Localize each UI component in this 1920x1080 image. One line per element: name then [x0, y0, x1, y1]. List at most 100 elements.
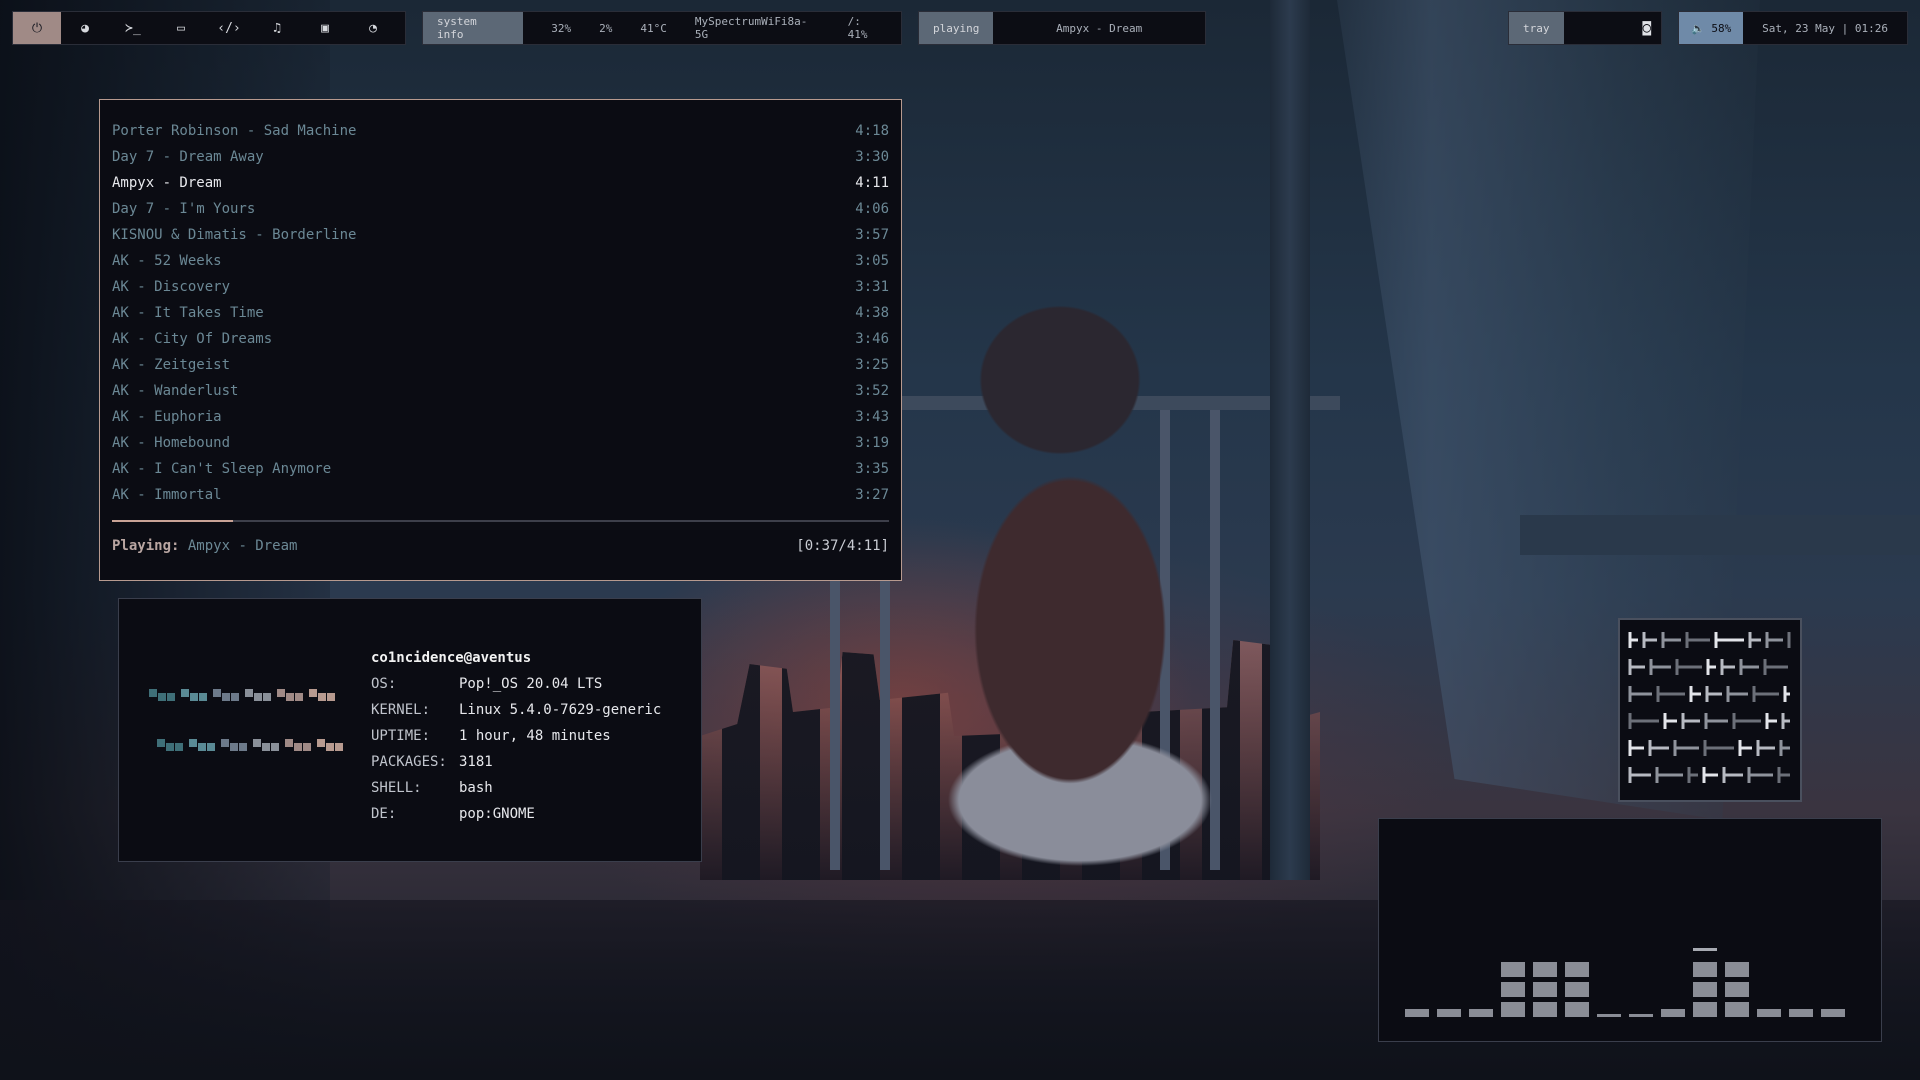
logo-block — [198, 743, 206, 751]
track-row[interactable]: Day 7 - I'm Yours 4:06 — [112, 196, 889, 222]
pipes-terminal — [1618, 618, 1802, 802]
logo-block — [327, 693, 335, 701]
logo-block — [213, 689, 221, 697]
visualizer-bar — [1757, 1009, 1781, 1017]
track-row[interactable]: AK - Zeitgeist 3:25 — [112, 352, 889, 378]
track-row[interactable]: AK - Homebound 3:19 — [112, 430, 889, 456]
folder-icon[interactable]: ▭ — [157, 12, 205, 44]
fetch-row: UPTIME: 1 hour, 48 minutes — [371, 723, 661, 749]
music-icon[interactable]: ♫ — [253, 12, 301, 44]
fetch-value: Linux 5.4.0-7629-generic — [459, 702, 662, 718]
system-info-bar: system info 32% 2% 41°C MySpectrumWiFi8a… — [422, 11, 902, 45]
terminal-icon[interactable]: ≻_ — [109, 12, 157, 44]
playback-progress-bar[interactable] — [112, 520, 889, 522]
fetch-value: 1 hour, 48 minutes — [459, 728, 611, 744]
logo-block — [262, 743, 270, 751]
visualizer-bar — [1693, 1002, 1717, 1017]
wallpaper-pillar — [1270, 0, 1310, 880]
cpu-temperature: 41°C — [640, 21, 667, 35]
logo-block — [326, 743, 334, 751]
track-title: AK - Wanderlust — [112, 383, 239, 399]
logo-block — [222, 693, 230, 701]
track-duration: 3:25 — [855, 357, 889, 373]
track-title: AK - Homebound — [112, 435, 231, 451]
visualizer-bar — [1725, 962, 1749, 977]
audio-visualizer-window — [1378, 818, 1882, 1042]
visualizer-bar — [1725, 1002, 1749, 1017]
wallpaper-figure — [880, 300, 1240, 880]
logo-block — [175, 743, 183, 751]
track-row[interactable]: AK - Euphoria 3:43 — [112, 404, 889, 430]
logo-block — [317, 739, 325, 747]
visualizer-bar — [1501, 962, 1525, 977]
chat-icon[interactable]: ▣ — [301, 12, 349, 44]
visualizer-bar — [1565, 962, 1589, 977]
logo-block — [271, 743, 279, 751]
fetch-info: co1ncidence@aventus OS: Pop!_OS 20.04 LTS… — [371, 645, 661, 827]
track-title: AK - It Takes Time — [112, 305, 264, 321]
visualizer-bar — [1693, 982, 1717, 997]
track-row[interactable]: Day 7 - Dream Away 3:30 — [112, 144, 889, 170]
visualizer-bar — [1533, 1002, 1557, 1017]
music-player-window: Porter Robinson - Sad Machine 4:18 Day 7 -… — [99, 99, 902, 581]
fetch-logo — [149, 689, 343, 769]
track-duration: 4:11 — [855, 175, 889, 191]
launcher-bar: ⏻ ◕ ≻_ ▭ ‹/› ♫ ▣ ◔ — [12, 11, 406, 45]
track-row[interactable]: AK - Discovery 3:31 — [112, 274, 889, 300]
code-icon[interactable]: ‹/› — [205, 12, 253, 44]
track-row[interactable]: KISNOU & Dimatis - Borderline 3:57 — [112, 222, 889, 248]
track-row[interactable]: AK - City Of Dreams 3:46 — [112, 326, 889, 352]
fetch-row: PACKAGES: 3181 — [371, 749, 661, 775]
track-duration: 3:46 — [855, 331, 889, 347]
track-title: AK - Zeitgeist — [112, 357, 231, 373]
track-row[interactable]: AK - Wanderlust 3:52 — [112, 378, 889, 404]
fetch-value: 3181 — [459, 754, 493, 770]
track-row[interactable]: AK - Immortal 3:27 — [112, 482, 889, 508]
volume-indicator[interactable]: 🔈 58% — [1679, 12, 1744, 44]
visualizer-bar — [1725, 982, 1749, 997]
track-row[interactable]: Porter Robinson - Sad Machine 4:18 — [112, 118, 889, 144]
logo-block — [230, 743, 238, 751]
track-row[interactable]: AK - 52 Weeks 3:05 — [112, 248, 889, 274]
visualizer-bar — [1437, 1009, 1461, 1017]
clock-bar: 🔈 58% Sat, 23 May | 01:26 — [1678, 11, 1908, 45]
track-title: Porter Robinson - Sad Machine — [112, 123, 357, 139]
logo-block — [231, 693, 239, 701]
fetch-key: PACKAGES: — [371, 754, 447, 770]
logo-block — [254, 693, 262, 701]
track-duration: 3:35 — [855, 461, 889, 477]
logo-block — [253, 739, 261, 747]
track-duration: 3:43 — [855, 409, 889, 425]
logo-block — [295, 693, 303, 701]
steam-icon[interactable]: ◔ — [349, 12, 397, 44]
track-duration: 3:27 — [855, 487, 889, 503]
fetch-value: bash — [459, 780, 493, 796]
track-row[interactable]: AK - It Takes Time 4:38 — [112, 300, 889, 326]
logo-block — [335, 743, 343, 751]
track-title: AK - Immortal — [112, 487, 222, 503]
user-host: co1ncidence@aventus — [371, 650, 532, 666]
fetch-value: pop:GNOME — [459, 806, 535, 822]
logo-block — [277, 689, 285, 697]
fetch-key: KERNEL: — [371, 702, 431, 718]
logo-block — [158, 693, 166, 701]
track-duration: 4:06 — [855, 201, 889, 217]
track-title: Day 7 - Dream Away — [112, 149, 264, 165]
playback-progress-fill — [112, 520, 234, 522]
track-duration: 3:52 — [855, 383, 889, 399]
browser-icon[interactable]: ◕ — [61, 12, 109, 44]
date-time: Sat, 23 May | 01:26 — [1762, 21, 1889, 35]
pipes-art — [1628, 632, 1791, 783]
playing-tag: playing — [919, 12, 994, 44]
visualizer-bar — [1565, 982, 1589, 997]
discord-icon[interactable]: ◙ — [1643, 20, 1651, 36]
track-row[interactable]: Ampyx - Dream 4:11 — [112, 170, 889, 196]
now-playing-title[interactable]: Ampyx - Dream — [993, 22, 1205, 35]
wifi-network[interactable]: MySpectrumWiFi8a-5G — [681, 15, 834, 41]
logo-block — [245, 689, 253, 697]
fetch-row: OS: Pop!_OS 20.04 LTS — [371, 671, 661, 697]
fetch-value: Pop!_OS 20.04 LTS — [459, 676, 603, 692]
visualizer-bar — [1693, 962, 1717, 977]
power-icon[interactable]: ⏻ — [13, 12, 61, 44]
track-row[interactable]: AK - I Can't Sleep Anymore 3:35 — [112, 456, 889, 482]
